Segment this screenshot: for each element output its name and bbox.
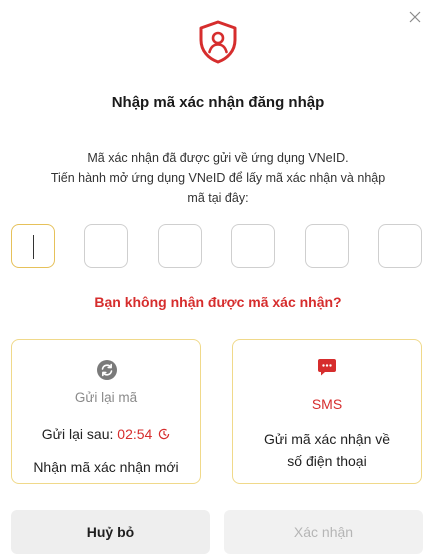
text-caret	[33, 235, 34, 259]
resend-code-card[interactable]: Gửi lại mã Gửi lại sau: 02:54 Nhận mã xá…	[11, 339, 201, 484]
clock-icon	[159, 428, 170, 440]
dialog-description: Mã xác nhận đã được gửi về ứng dụng VNeI…	[0, 148, 436, 208]
description-line: Mã xác nhận đã được gửi về ứng dụng VNeI…	[87, 151, 349, 165]
not-received-heading: Bạn không nhận được mã xác nhận?	[94, 294, 342, 310]
dialog-title: Nhập mã xác nhận đăng nhập	[111, 94, 325, 111]
otp-digit-5[interactable]	[305, 224, 349, 268]
sms-description-line: số điện thoại	[287, 453, 367, 469]
otp-digit-3[interactable]	[158, 224, 202, 268]
sms-description: Gửi mã xác nhận về số điện thoại	[233, 428, 421, 472]
close-icon	[409, 11, 421, 23]
sms-title: SMS	[311, 396, 343, 412]
cancel-button[interactable]: Huỷ bỏ	[11, 510, 210, 554]
sms-card[interactable]: SMS Gửi mã xác nhận về số điện thoại	[232, 339, 422, 484]
resend-description: Nhận mã xác nhận mới	[33, 459, 179, 475]
close-button[interactable]	[404, 6, 426, 28]
description-line: mã tại đây:	[187, 191, 249, 205]
confirm-button[interactable]: Xác nhận	[224, 510, 423, 554]
description-line: Tiến hành mở ứng dụng VNeID để lấy mã xá…	[50, 171, 386, 185]
countdown-value: 02:54	[117, 426, 153, 442]
otp-digit-6[interactable]	[378, 224, 422, 268]
countdown-label: Gửi lại sau:	[41, 426, 114, 442]
refresh-icon	[97, 360, 117, 380]
resend-title: Gửi lại mã	[74, 390, 138, 405]
otp-digit-1[interactable]	[11, 224, 55, 268]
sms-icon	[318, 359, 336, 376]
sms-description-line: Gửi mã xác nhận về	[263, 431, 391, 447]
shield-user-icon	[199, 20, 237, 64]
otp-digit-4[interactable]	[231, 224, 275, 268]
otp-digit-2[interactable]	[84, 224, 128, 268]
resend-countdown: Gửi lại sau: 02:54	[12, 426, 200, 442]
otp-input-group	[11, 224, 423, 270]
